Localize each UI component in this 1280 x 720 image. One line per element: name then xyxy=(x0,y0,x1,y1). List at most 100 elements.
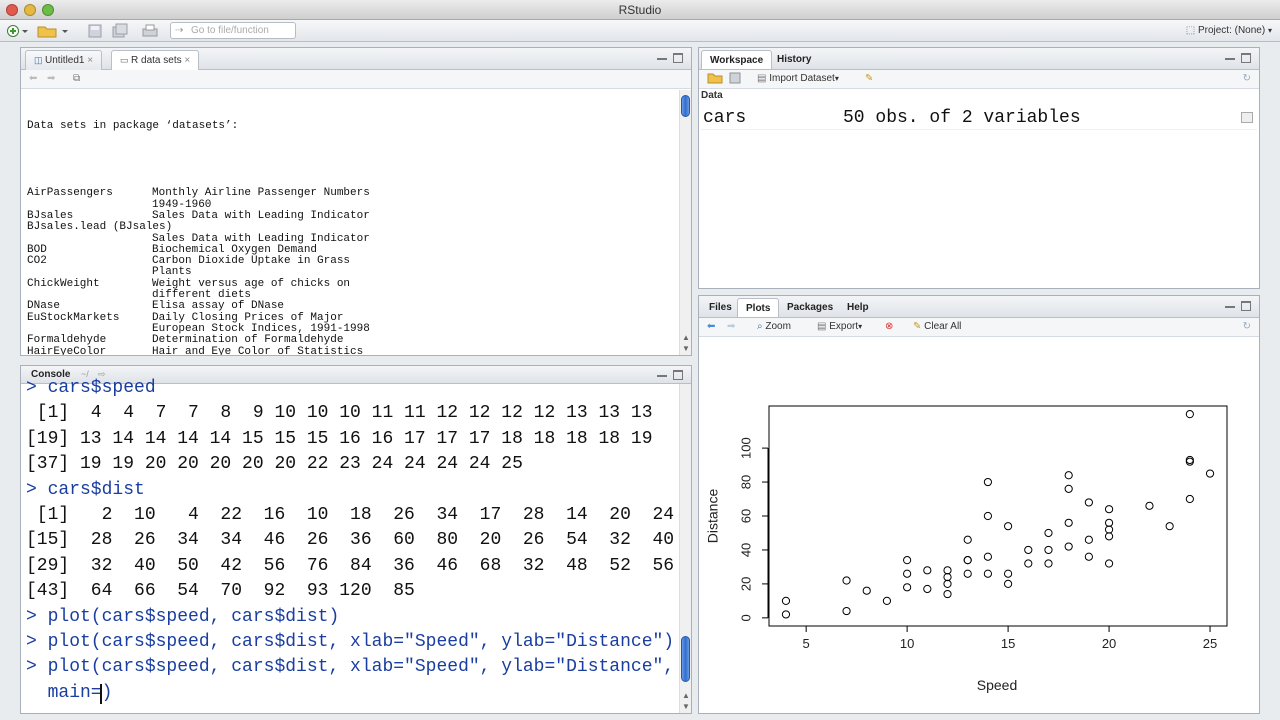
save-all-icon[interactable] xyxy=(112,23,128,39)
tab-workspace[interactable]: Workspace xyxy=(701,50,773,69)
data-point xyxy=(943,589,952,599)
minimize-window-button[interactable] xyxy=(24,4,36,16)
dataset-desc: Monthly Airline Passenger Numbers xyxy=(152,187,370,200)
data-point xyxy=(1104,505,1114,514)
show-in-window-icon[interactable]: ⧉ xyxy=(73,70,80,88)
data-point xyxy=(983,552,993,561)
source-scrollbar[interactable]: ▲ ▼ xyxy=(679,90,691,355)
data-point xyxy=(943,579,952,589)
main-toolbar: ⇢ Go to file/function ⬚ Project: (None) … xyxy=(0,20,1280,42)
workspace-pane: Workspace History ▤ Import Dataset▾ ✎ ↻ … xyxy=(698,47,1260,289)
save-workspace-icon[interactable] xyxy=(729,70,741,88)
chevron-down-icon: ▾ xyxy=(834,74,839,83)
maximize-pane-icon[interactable] xyxy=(1241,53,1251,63)
view-table-icon[interactable] xyxy=(1241,112,1253,123)
tab-untitled1[interactable]: ◫ Untitled1 × xyxy=(25,50,103,70)
console-output-line: [1] 4 4 7 7 8 9 10 10 10 11 11 12 12 12 … xyxy=(26,403,653,424)
minimize-pane-icon[interactable] xyxy=(657,370,667,377)
chevron-down-icon: ▾ xyxy=(858,322,863,331)
dataset-desc: Sales Data with Leading Indicator xyxy=(152,209,370,222)
data-point xyxy=(882,596,892,605)
clear-all-button[interactable]: ✎ Clear All xyxy=(913,318,961,336)
tab-packages[interactable]: Packages xyxy=(779,298,841,317)
refresh-icon[interactable]: ↻ xyxy=(1243,318,1251,336)
project-menu[interactable]: ⬚ Project: (None) ▾ xyxy=(1186,23,1272,39)
maximize-pane-icon[interactable] xyxy=(673,370,683,380)
source-subtoolbar: ⬅ ➡ ⧉ xyxy=(21,70,691,89)
data-point xyxy=(1064,484,1073,493)
refresh-icon[interactable]: ↻ xyxy=(1243,70,1251,88)
title-bar: RStudio xyxy=(0,0,1280,20)
source-pane: ◫ Untitled1 × ▭ R data sets × ⬅ ➡ ⧉ Data… xyxy=(20,47,692,356)
tab-plots[interactable]: Plots xyxy=(737,298,780,317)
tab-help[interactable]: Help xyxy=(839,298,877,317)
x-tick-label: 5 xyxy=(803,636,810,651)
back-arrow-icon[interactable]: ⬅ xyxy=(29,70,37,88)
close-window-button[interactable] xyxy=(6,4,18,16)
data-point xyxy=(1104,525,1114,534)
remove-plot-icon[interactable]: ⊗ xyxy=(885,318,893,336)
dataset-desc: Daily Closing Prices of Major xyxy=(152,311,344,324)
console-command: > plot(cars$speed, cars$dist) xyxy=(26,606,340,627)
x-tick-label: 10 xyxy=(900,636,914,651)
go-to-file-input[interactable]: ⇢ Go to file/function xyxy=(170,22,296,39)
scroll-thumb[interactable] xyxy=(681,636,690,682)
workspace-tabbar: Workspace History xyxy=(699,48,1259,70)
datasets-rows: AirPassengers Monthly Airline Passenger N… xyxy=(27,187,370,355)
console-command: > cars$speed xyxy=(26,378,156,398)
scroll-down-icon[interactable]: ▼ xyxy=(682,344,690,353)
dataset-desc: 1949-1960 xyxy=(152,198,212,211)
previous-plot-icon[interactable]: ⬅ xyxy=(707,318,715,336)
new-file-icon[interactable] xyxy=(6,23,28,39)
data-point xyxy=(1165,522,1174,531)
print-icon[interactable] xyxy=(142,23,158,39)
dataset-desc: Weight versus age of chicks on xyxy=(152,277,351,290)
data-point xyxy=(1003,579,1013,589)
dataset-desc: Plants xyxy=(152,266,192,279)
data-point xyxy=(963,569,972,578)
datasets-header: Data sets in package ‘datasets’: xyxy=(27,119,239,132)
minimize-pane-icon[interactable] xyxy=(657,53,667,60)
data-point xyxy=(781,610,791,619)
tab-r-data-sets[interactable]: ▭ R data sets × xyxy=(111,50,200,71)
console-output-line: [1] 2 10 4 22 16 10 18 26 34 17 28 14 20… xyxy=(26,505,675,525)
import-dataset-button[interactable]: ▤ Import Dataset▾ xyxy=(757,70,839,88)
data-point xyxy=(862,586,871,595)
data-point xyxy=(781,596,791,605)
maximize-pane-icon[interactable] xyxy=(673,53,683,63)
console-output-line: [29] 32 40 50 42 56 76 84 36 46 68 32 48… xyxy=(26,555,675,576)
load-workspace-icon[interactable] xyxy=(707,70,723,88)
dataset-desc: European Stock Indices, 1991-1998 xyxy=(152,322,370,335)
broom-icon[interactable]: ✎ xyxy=(865,70,873,88)
console-output-line: [19] 13 14 14 14 14 15 15 15 16 16 17 17… xyxy=(26,428,653,449)
console-scrollbar[interactable]: ▲ ▼ xyxy=(679,384,691,713)
zoom-button[interactable]: ⌕ Zoom xyxy=(757,318,791,336)
export-icon: ▤ xyxy=(817,321,830,332)
data-point xyxy=(1185,410,1194,419)
minimize-pane-icon[interactable] xyxy=(1225,301,1235,308)
tab-files[interactable]: Files xyxy=(701,298,740,317)
scroll-up-icon[interactable]: ▲ xyxy=(682,333,690,342)
scroll-down-icon[interactable]: ▼ xyxy=(682,702,690,711)
scroll-thumb[interactable] xyxy=(681,95,690,117)
maximize-pane-icon[interactable] xyxy=(1241,301,1251,311)
minimize-pane-icon[interactable] xyxy=(1225,53,1235,60)
export-label: Export xyxy=(829,321,859,332)
save-icon[interactable] xyxy=(88,23,102,39)
open-folder-icon[interactable] xyxy=(36,23,70,39)
close-icon[interactable]: × xyxy=(184,55,190,66)
export-button[interactable]: ▤ Export▾ xyxy=(817,318,862,336)
data-point xyxy=(903,583,912,592)
dataset-name: CO2 xyxy=(27,255,47,268)
scatter-plot: 5 10 15 20 25 0 20 40 60 80 100 Speed Distance xyxy=(705,405,1228,693)
tab-untitled1-label: Untitled1 xyxy=(45,55,85,66)
workspace-row-cars[interactable]: cars 50 obs. of 2 variables xyxy=(701,106,1257,130)
close-icon[interactable]: × xyxy=(87,55,93,66)
forward-arrow-icon[interactable]: ➡ xyxy=(47,70,55,88)
y-tick-label: 40 xyxy=(738,543,753,557)
scroll-up-icon[interactable]: ▲ xyxy=(682,691,690,700)
zoom-window-button[interactable] xyxy=(42,4,54,16)
data-point xyxy=(903,556,912,565)
next-plot-icon[interactable]: ➡ xyxy=(727,318,735,336)
tab-history[interactable]: History xyxy=(769,50,819,69)
